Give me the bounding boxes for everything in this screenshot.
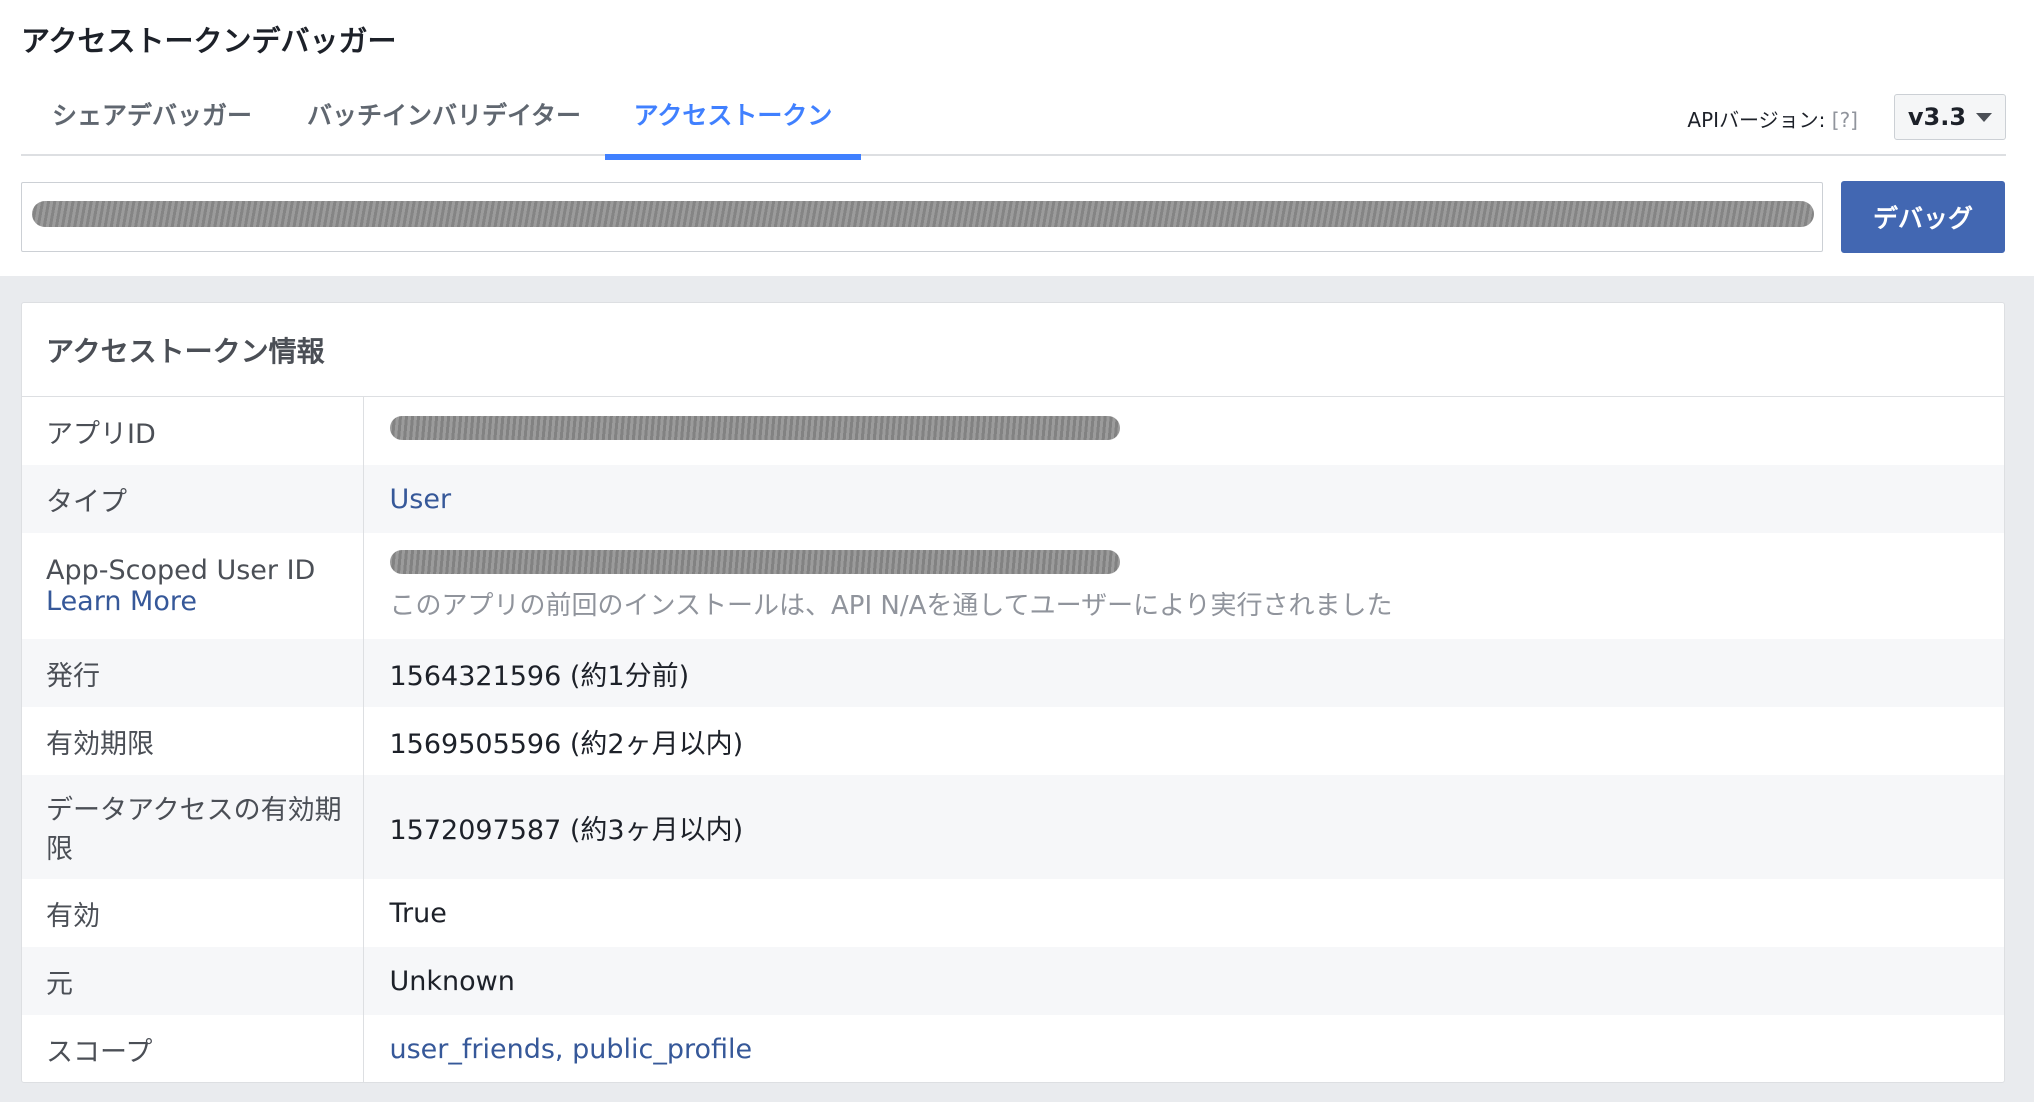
row-value: User: [363, 465, 2004, 533]
row-value: このアプリの前回のインストールは、API N/Aを通してユーザーにより実行されま…: [363, 533, 2004, 639]
table-row: 有効 True: [22, 879, 2004, 947]
redacted-app-id: [389, 415, 1120, 440]
row-key: App-Scoped User ID Learn More: [22, 533, 364, 639]
api-version-select[interactable]: v3.3: [1894, 94, 2006, 140]
debug-button[interactable]: デバッグ: [1841, 181, 2005, 253]
api-version-label: APIバージョン: [?]: [1687, 104, 1858, 133]
table-row: データアクセスの有効期限 1572097587 (約3ヶ月以内): [22, 775, 2004, 879]
type-link[interactable]: User: [390, 484, 452, 515]
row-key: スコープ: [22, 1015, 364, 1082]
row-key: 発行: [22, 639, 364, 707]
row-key: 有効: [22, 879, 364, 947]
row-key: 元: [22, 947, 364, 1015]
row-value: [363, 397, 2004, 465]
row-key-label: App-Scoped User ID: [46, 555, 316, 586]
table-row: アプリID: [22, 397, 2004, 465]
access-token-input[interactable]: [21, 182, 1823, 252]
page-title: アクセストークンデバッガー: [21, 24, 397, 58]
row-value: True: [389, 897, 447, 929]
row-key: データアクセスの有効期限: [22, 775, 364, 879]
row-key: アプリID: [22, 397, 364, 465]
table-row: 有効期限 1569505596 (約2ヶ月以内): [22, 707, 2004, 775]
row-value: 1564321596 (約1分前): [389, 660, 690, 692]
scope-link[interactable]: user_friends, public_profile: [390, 1034, 753, 1065]
install-note: このアプリの前回のインストールは、API N/Aを通してユーザーにより実行されま…: [389, 591, 1393, 621]
panel-title: アクセストークン情報: [22, 303, 2004, 397]
row-value: 1569505596 (約2ヶ月以内): [389, 728, 744, 760]
tab-bar: シェアデバッガー バッチインバリデイター アクセストークン APIバージョン: …: [21, 84, 2006, 160]
tab-access-token[interactable]: アクセストークン: [605, 96, 861, 160]
row-key: タイプ: [22, 465, 364, 533]
api-version-value: v3.3: [1907, 103, 1967, 131]
row-value: Unknown: [389, 965, 515, 997]
table-row: タイプ User: [22, 465, 2004, 533]
row-value: 1572097587 (約3ヶ月以内): [389, 814, 744, 846]
api-help-link[interactable]: [?]: [1832, 108, 1858, 132]
token-info-table: アプリID タイプ User App-Scoped User ID Learn …: [22, 397, 2004, 1082]
learn-more-link[interactable]: Learn More: [46, 586, 197, 617]
table-row: App-Scoped User ID Learn More このアプリの前回のイ…: [22, 533, 2004, 639]
row-key: 有効期限: [22, 707, 364, 775]
table-row: 元 Unknown: [22, 947, 2004, 1015]
chevron-down-icon: [1976, 112, 1993, 122]
tab-share-debugger[interactable]: シェアデバッガー: [52, 96, 252, 132]
tab-batch-invalidator[interactable]: バッチインバリデイター: [307, 96, 581, 132]
header-area: アクセストークンデバッガー シェアデバッガー バッチインバリデイター アクセスト…: [0, 0, 2034, 276]
token-info-panel: アクセストークン情報 アプリID タイプ User App-Scoped Use…: [21, 302, 2005, 1083]
row-value: user_friends, public_profile: [363, 1015, 2004, 1082]
redacted-token-value: [32, 201, 1814, 227]
api-version-text: APIバージョン:: [1687, 108, 1826, 132]
table-row: スコープ user_friends, public_profile: [22, 1015, 2004, 1082]
table-row: 発行 1564321596 (約1分前): [22, 639, 2004, 707]
redacted-user-id: [389, 550, 1120, 574]
